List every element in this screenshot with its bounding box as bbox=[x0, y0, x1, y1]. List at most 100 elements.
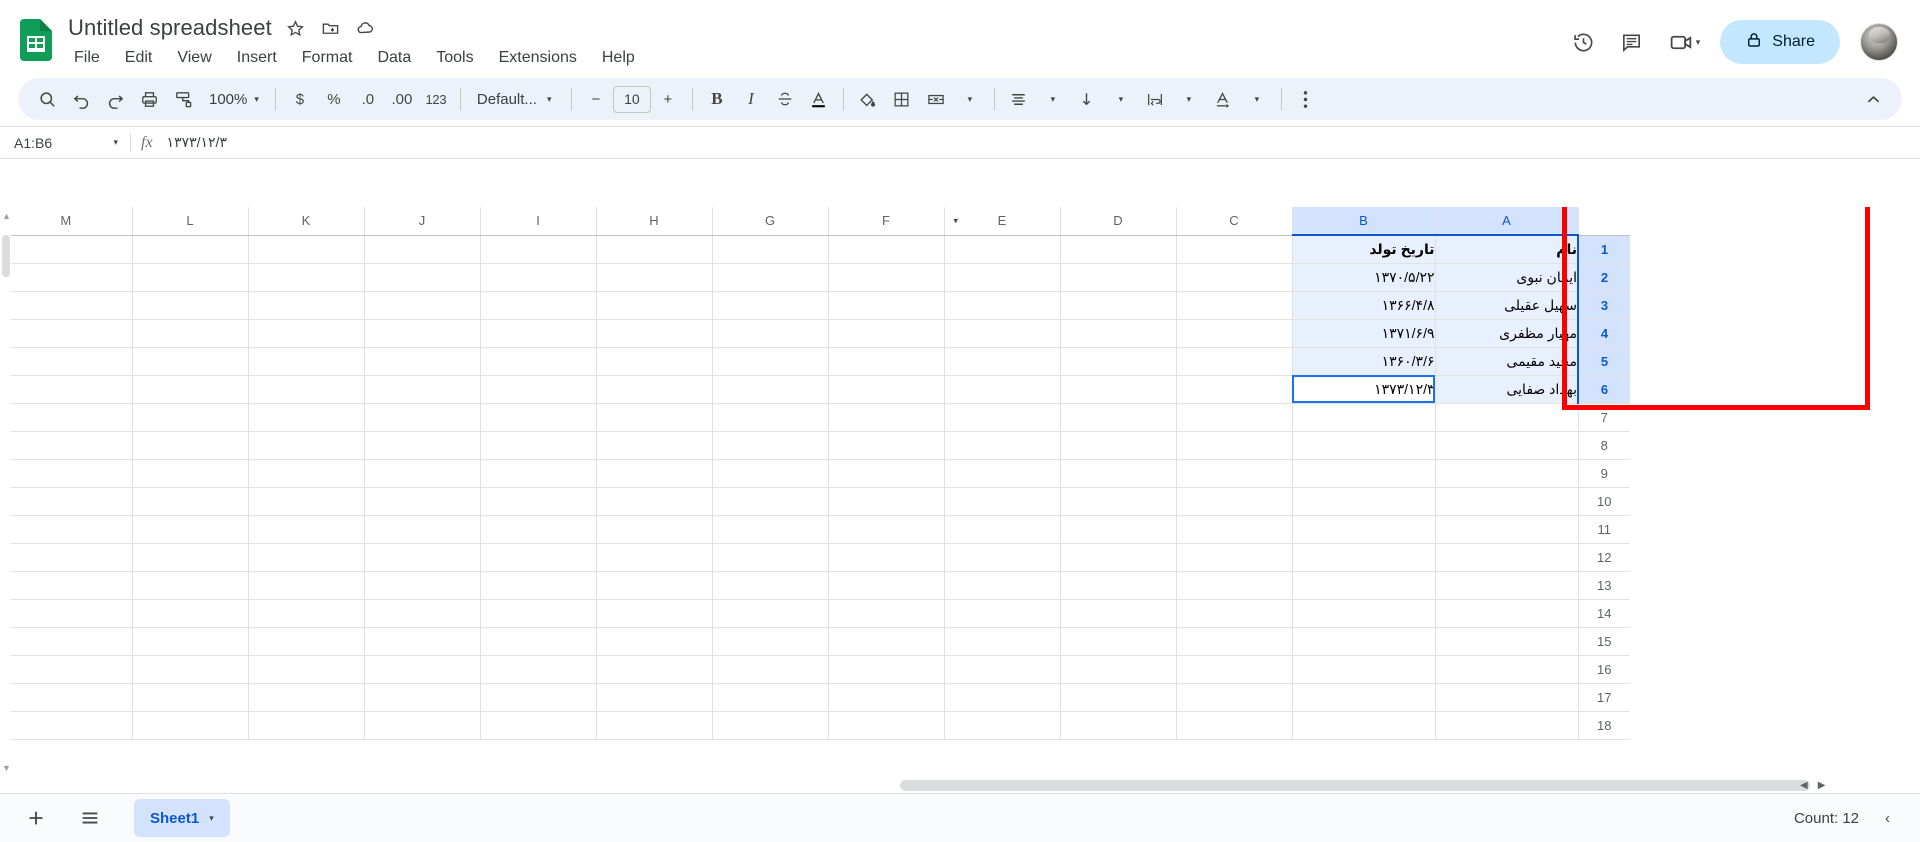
cell-K5[interactable] bbox=[248, 347, 365, 376]
cell-K14[interactable] bbox=[248, 599, 365, 628]
cell-L9[interactable] bbox=[132, 459, 249, 488]
cell-D16[interactable] bbox=[1060, 655, 1177, 684]
table-row[interactable]: 11 bbox=[0, 515, 1630, 544]
cell-E15[interactable] bbox=[944, 627, 1061, 656]
all-sheets-icon[interactable] bbox=[70, 798, 110, 838]
cell-F5[interactable] bbox=[828, 347, 945, 376]
horizontal-scroll-arrows[interactable]: ◀ ▶ bbox=[1800, 780, 1825, 791]
cell-C12[interactable] bbox=[1176, 543, 1293, 572]
row-header-11[interactable]: 11 bbox=[1577, 515, 1630, 544]
cell-H13[interactable] bbox=[596, 571, 713, 600]
cell-M18[interactable] bbox=[0, 711, 133, 740]
cell-C1[interactable] bbox=[1176, 235, 1293, 264]
cell-B10[interactable] bbox=[1292, 487, 1436, 516]
cell-K11[interactable] bbox=[248, 515, 365, 544]
cell-G3[interactable] bbox=[712, 291, 829, 320]
cell-K15[interactable] bbox=[248, 627, 365, 656]
cell-L13[interactable] bbox=[132, 571, 249, 600]
spreadsheet-grid[interactable]: ▲ ▼ M L K J I H G F E ▾ D C B A تاریخ تولد نام 1 ۱۳۷۰/۵/۲… bbox=[0, 207, 1920, 777]
cell-M7[interactable] bbox=[0, 403, 133, 432]
cell-G5[interactable] bbox=[712, 347, 829, 376]
cell-D17[interactable] bbox=[1060, 683, 1177, 712]
cell-M9[interactable] bbox=[0, 459, 133, 488]
cell-J2[interactable] bbox=[364, 263, 481, 292]
cell-A1[interactable]: نام bbox=[1435, 235, 1579, 264]
horizontal-scrollbar[interactable]: ◀ ▶ bbox=[0, 777, 1920, 793]
cell-A5[interactable]: مجید مقیمی bbox=[1435, 347, 1579, 376]
cell-I16[interactable] bbox=[480, 655, 597, 684]
cell-K16[interactable] bbox=[248, 655, 365, 684]
menu-tools[interactable]: Tools bbox=[432, 48, 477, 68]
grid-table[interactable]: M L K J I H G F E ▾ D C B A تاریخ تولد نام 1 ۱۳۷۰/۵/۲۲ ایم… bbox=[0, 207, 1630, 740]
cell-E13[interactable] bbox=[944, 571, 1061, 600]
cell-I10[interactable] bbox=[480, 487, 597, 516]
cell-B2[interactable]: ۱۳۷۰/۵/۲۲ bbox=[1292, 263, 1436, 292]
page-title[interactable]: Untitled spreadsheet bbox=[68, 15, 272, 41]
cell-H11[interactable] bbox=[596, 515, 713, 544]
cell-A16[interactable] bbox=[1435, 655, 1579, 684]
cell-I14[interactable] bbox=[480, 599, 597, 628]
cell-C8[interactable] bbox=[1176, 431, 1293, 460]
cell-G17[interactable] bbox=[712, 683, 829, 712]
cell-C18[interactable] bbox=[1176, 711, 1293, 740]
cell-A13[interactable] bbox=[1435, 571, 1579, 600]
cell-K3[interactable] bbox=[248, 291, 365, 320]
cell-H7[interactable] bbox=[596, 403, 713, 432]
cell-H16[interactable] bbox=[596, 655, 713, 684]
cell-G7[interactable] bbox=[712, 403, 829, 432]
cell-D4[interactable] bbox=[1060, 319, 1177, 348]
strikethrough-icon[interactable] bbox=[768, 82, 802, 116]
cell-K13[interactable] bbox=[248, 571, 365, 600]
cell-C14[interactable] bbox=[1176, 599, 1293, 628]
row-header-6[interactable]: 6 bbox=[1577, 375, 1630, 404]
collapse-toolbar-icon[interactable] bbox=[1856, 82, 1890, 116]
video-call-button[interactable]: ▾ bbox=[1659, 21, 1707, 63]
cell-D7[interactable] bbox=[1060, 403, 1177, 432]
cell-F11[interactable] bbox=[828, 515, 945, 544]
cell-A14[interactable] bbox=[1435, 599, 1579, 628]
cell-M3[interactable] bbox=[0, 291, 133, 320]
cell-B13[interactable] bbox=[1292, 571, 1436, 600]
cell-E8[interactable] bbox=[944, 431, 1061, 460]
cell-C16[interactable] bbox=[1176, 655, 1293, 684]
column-header-h[interactable]: H bbox=[596, 207, 713, 236]
cell-A11[interactable] bbox=[1435, 515, 1579, 544]
cell-D2[interactable] bbox=[1060, 263, 1177, 292]
cell-A17[interactable] bbox=[1435, 683, 1579, 712]
table-row[interactable]: ۱۳۷۳/۱۲/۳ بهداد صفایی 6 bbox=[0, 375, 1630, 404]
cell-F12[interactable] bbox=[828, 543, 945, 572]
row-header-5[interactable]: 5 bbox=[1577, 347, 1630, 376]
cell-K17[interactable] bbox=[248, 683, 365, 712]
cell-J18[interactable] bbox=[364, 711, 481, 740]
cell-E14[interactable] bbox=[944, 599, 1061, 628]
table-row[interactable]: تاریخ تولد نام 1 bbox=[0, 235, 1630, 264]
cell-F7[interactable] bbox=[828, 403, 945, 432]
cell-G16[interactable] bbox=[712, 655, 829, 684]
chevron-down-icon[interactable]: ▾ bbox=[954, 215, 959, 226]
cell-A8[interactable] bbox=[1435, 431, 1579, 460]
cell-C11[interactable] bbox=[1176, 515, 1293, 544]
cell-D10[interactable] bbox=[1060, 487, 1177, 516]
cell-H9[interactable] bbox=[596, 459, 713, 488]
cell-E16[interactable] bbox=[944, 655, 1061, 684]
cell-M14[interactable] bbox=[0, 599, 133, 628]
cell-J17[interactable] bbox=[364, 683, 481, 712]
cell-F17[interactable] bbox=[828, 683, 945, 712]
cell-E2[interactable] bbox=[944, 263, 1061, 292]
table-row[interactable]: 9 bbox=[0, 459, 1630, 488]
bold-button[interactable]: B bbox=[700, 82, 734, 116]
cell-H8[interactable] bbox=[596, 431, 713, 460]
cell-B8[interactable] bbox=[1292, 431, 1436, 460]
cell-F4[interactable] bbox=[828, 319, 945, 348]
cell-J16[interactable] bbox=[364, 655, 481, 684]
cell-A7[interactable] bbox=[1435, 403, 1579, 432]
cell-L15[interactable] bbox=[132, 627, 249, 656]
cell-J10[interactable] bbox=[364, 487, 481, 516]
merge-caret-icon[interactable]: ▾ bbox=[953, 82, 987, 116]
cell-A2[interactable]: ایمان نبوی bbox=[1435, 263, 1579, 292]
cell-B3[interactable]: ۱۳۶۶/۴/۸ bbox=[1292, 291, 1436, 320]
cell-I6[interactable] bbox=[480, 375, 597, 404]
cell-G11[interactable] bbox=[712, 515, 829, 544]
cell-K12[interactable] bbox=[248, 543, 365, 572]
text-color-button[interactable] bbox=[802, 82, 836, 116]
